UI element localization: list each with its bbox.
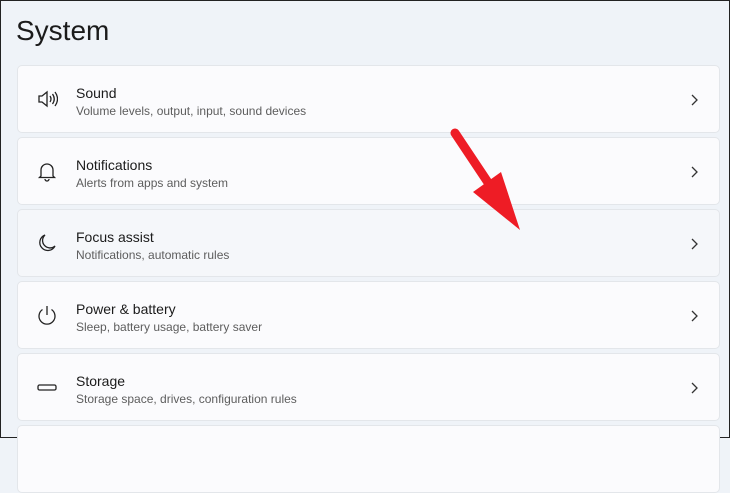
item-description: Notifications, automatic rules — [76, 248, 230, 262]
chevron-right-icon — [691, 310, 698, 322]
item-label: Focus assist — [76, 229, 154, 245]
item-description: Volume levels, output, input, sound devi… — [76, 104, 307, 118]
chevron-right-icon — [691, 382, 698, 394]
chevron-right-icon — [691, 166, 698, 178]
item-label: Sound — [76, 85, 117, 101]
chevron-right-icon — [691, 94, 698, 106]
settings-item-focus-assist[interactable]: Focus assist Notifications, automatic ru… — [17, 209, 720, 277]
power-icon — [38, 306, 56, 325]
chevron-right-icon — [691, 238, 698, 250]
item-description: Storage space, drives, configuration rul… — [76, 392, 297, 406]
bell-icon — [37, 163, 57, 182]
drive-icon — [37, 384, 57, 391]
item-label: Power & battery — [76, 301, 176, 317]
item-label: Storage — [76, 373, 126, 389]
item-description: Sleep, battery usage, battery saver — [76, 320, 263, 334]
settings-item-storage[interactable]: Storage Storage space, drives, configura… — [17, 353, 720, 421]
item-label: Notifications — [76, 157, 153, 173]
settings-item-notifications[interactable]: Notifications Alerts from apps and syste… — [17, 137, 720, 205]
settings-item-sound[interactable]: Sound Volume levels, output, input, soun… — [17, 65, 720, 133]
settings-item-power-battery[interactable]: Power & battery Sleep, battery usage, ba… — [17, 281, 720, 349]
page-title: System — [16, 15, 110, 46]
settings-item-partial[interactable] — [17, 425, 720, 493]
item-description: Alerts from apps and system — [76, 176, 229, 190]
moon-icon — [39, 234, 56, 252]
speaker-icon — [38, 90, 58, 108]
